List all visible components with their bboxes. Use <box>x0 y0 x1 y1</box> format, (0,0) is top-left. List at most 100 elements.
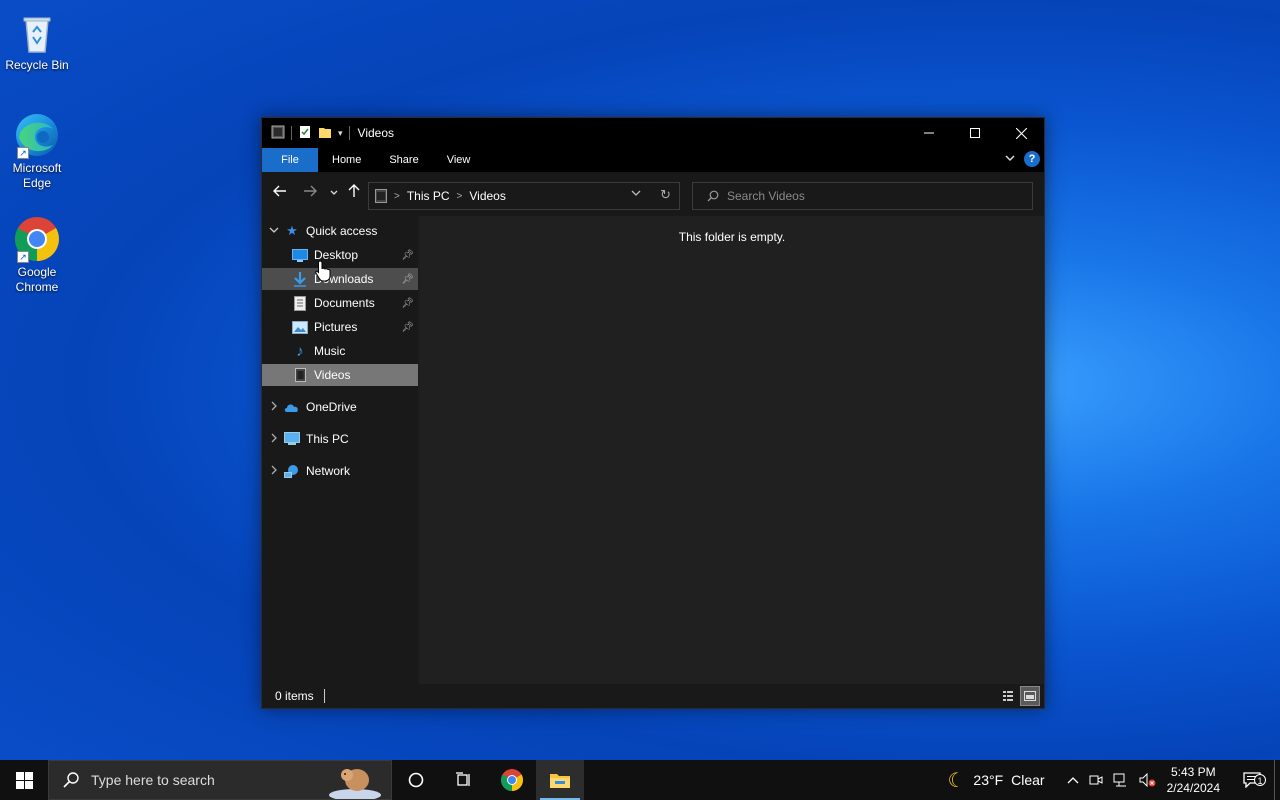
item-count: 0 items <box>275 689 314 703</box>
recent-locations-button[interactable] <box>324 184 344 204</box>
show-desktop-button[interactable] <box>1274 760 1280 800</box>
weather-widget[interactable]: ☾ 23°F Clear <box>947 768 1044 793</box>
nav-network[interactable]: Network <box>262 460 418 482</box>
recycle-bin-label: Recycle Bin <box>5 58 69 72</box>
search-box[interactable] <box>692 182 1033 210</box>
nav-item-desktop[interactable]: Desktop 📌︎ <box>262 244 418 266</box>
edge-label: Microsoft Edge <box>12 161 62 190</box>
nav-item-downloads[interactable]: Downloads 📌︎ <box>262 268 418 290</box>
qat-separator <box>348 126 350 140</box>
task-view-button[interactable] <box>440 760 488 800</box>
chevron-up-icon <box>1067 777 1079 784</box>
address-bar-row: > This PC > Videos ↻ <box>262 172 1044 216</box>
pin-icon[interactable]: 📌︎ <box>401 298 414 309</box>
address-field[interactable]: > This PC > Videos ↻ <box>368 182 680 210</box>
close-button[interactable] <box>998 118 1044 148</box>
quick-access-toolbar: ▾ <box>262 125 350 142</box>
pin-icon[interactable]: 📌︎ <box>401 274 414 285</box>
taskbar-file-explorer[interactable] <box>536 760 584 800</box>
windows-logo-icon <box>15 771 33 789</box>
videos-location-icon <box>375 189 387 203</box>
clock[interactable]: 5:43 PM 2/24/2024 <box>1167 764 1220 796</box>
nav-item-videos[interactable]: Videos <box>262 364 418 386</box>
back-button[interactable] <box>270 184 290 204</box>
tab-file[interactable]: File <box>262 148 318 172</box>
expand-chevron-icon[interactable] <box>264 433 284 446</box>
large-icons-view-button[interactable] <box>1020 686 1040 706</box>
pin-icon[interactable]: 📌︎ <box>401 322 414 333</box>
nav-this-pc[interactable]: This PC <box>262 428 418 450</box>
search-input[interactable] <box>727 189 1007 203</box>
desktop-icon <box>292 247 308 263</box>
meet-now-button[interactable] <box>1089 773 1103 787</box>
expand-ribbon-icon[interactable] <box>1004 152 1016 167</box>
weather-condition: Clear <box>1011 772 1045 788</box>
desktop-icon-edge[interactable]: ↗ Microsoft Edge <box>4 111 70 191</box>
tab-home[interactable]: Home <box>318 148 375 172</box>
documents-icon <box>292 295 308 311</box>
chrome-icon: ↗ <box>13 215 61 263</box>
new-folder-icon[interactable] <box>318 125 332 142</box>
window-title: Videos <box>357 126 395 140</box>
forward-button[interactable] <box>300 184 320 204</box>
details-view-button[interactable] <box>998 686 1018 706</box>
nav-label: Documents <box>314 296 375 310</box>
notification-count: 1 <box>1254 774 1266 786</box>
pictures-icon <box>292 319 308 335</box>
volume-button[interactable] <box>1139 773 1157 787</box>
nav-item-music[interactable]: ♪ Music <box>262 340 418 362</box>
nav-label: Videos <box>314 368 351 382</box>
empty-folder-message: This folder is empty. <box>678 230 786 244</box>
breadcrumb-videos[interactable]: Videos <box>469 189 505 203</box>
nav-onedrive[interactable]: OneDrive <box>262 396 418 418</box>
onedrive-icon <box>284 399 300 415</box>
breadcrumb-chevron[interactable]: > <box>457 191 463 202</box>
up-button[interactable] <box>344 184 364 204</box>
music-icon: ♪ <box>296 342 304 360</box>
clock-time: 5:43 PM <box>1170 765 1216 779</box>
nav-item-pictures[interactable]: Pictures 📌︎ <box>262 316 418 338</box>
clock-date: 2/24/2024 <box>1166 781 1220 795</box>
desktop-icon-recycle-bin[interactable]: Recycle Bin <box>4 8 70 73</box>
moon-icon: ☾ <box>947 769 966 792</box>
taskbar-chrome[interactable] <box>488 760 536 800</box>
show-hidden-icons-button[interactable] <box>1067 776 1079 784</box>
system-tray: ☾ 23°F Clear 5:43 PM 2/24/2024 1 <box>947 760 1280 800</box>
start-button[interactable] <box>0 760 48 800</box>
action-center-button[interactable]: 1 <box>1230 772 1274 788</box>
qat-dropdown-icon[interactable]: ▾ <box>338 128 343 139</box>
volume-muted-icon <box>1139 773 1156 787</box>
network-status-button[interactable] <box>1113 773 1129 787</box>
ribbon-tabs: File Home Share View ? <box>262 148 1044 172</box>
refresh-icon[interactable]: ↻ <box>660 187 671 203</box>
expand-chevron-icon[interactable] <box>264 465 284 478</box>
nav-label: Pictures <box>314 320 358 334</box>
collapse-chevron-icon[interactable] <box>264 225 284 238</box>
nav-label: Quick access <box>306 224 378 238</box>
pin-icon[interactable]: 📌︎ <box>401 250 414 261</box>
help-icon[interactable]: ? <box>1024 151 1040 167</box>
taskbar-search-box[interactable]: Type here to search <box>48 760 392 800</box>
properties-icon[interactable] <box>298 125 312 142</box>
desktop-icon-chrome[interactable]: ↗ Google Chrome <box>4 215 70 295</box>
maximize-button[interactable] <box>952 118 998 148</box>
network-status-icon <box>1113 773 1126 787</box>
breadcrumb-chevron[interactable]: > <box>394 191 400 202</box>
navigation-pane: ★ Quick access Desktop 📌︎ Downloads 📌︎ D… <box>262 216 418 686</box>
nav-quick-access[interactable]: ★ Quick access <box>262 220 418 242</box>
file-explorer-window: ▾ Videos File Home Share View ? > This P… <box>261 117 1045 709</box>
cortana-button[interactable] <box>392 760 440 800</box>
nav-label: Music <box>314 344 346 358</box>
expand-chevron-icon[interactable] <box>264 401 284 414</box>
tab-view[interactable]: View <box>433 148 485 172</box>
file-list-area[interactable]: This folder is empty. <box>420 216 1044 686</box>
videos-icon <box>292 367 308 383</box>
meet-now-icon <box>1089 775 1103 785</box>
search-highlight-icon <box>321 765 381 799</box>
breadcrumb-this-pc[interactable]: This PC <box>407 189 450 203</box>
minimize-button[interactable] <box>906 118 952 148</box>
tab-share[interactable]: Share <box>375 148 432 172</box>
nav-item-documents[interactable]: Documents 📌︎ <box>262 292 418 314</box>
title-bar[interactable]: ▾ Videos <box>262 118 1044 148</box>
address-dropdown-icon[interactable] <box>631 188 641 201</box>
